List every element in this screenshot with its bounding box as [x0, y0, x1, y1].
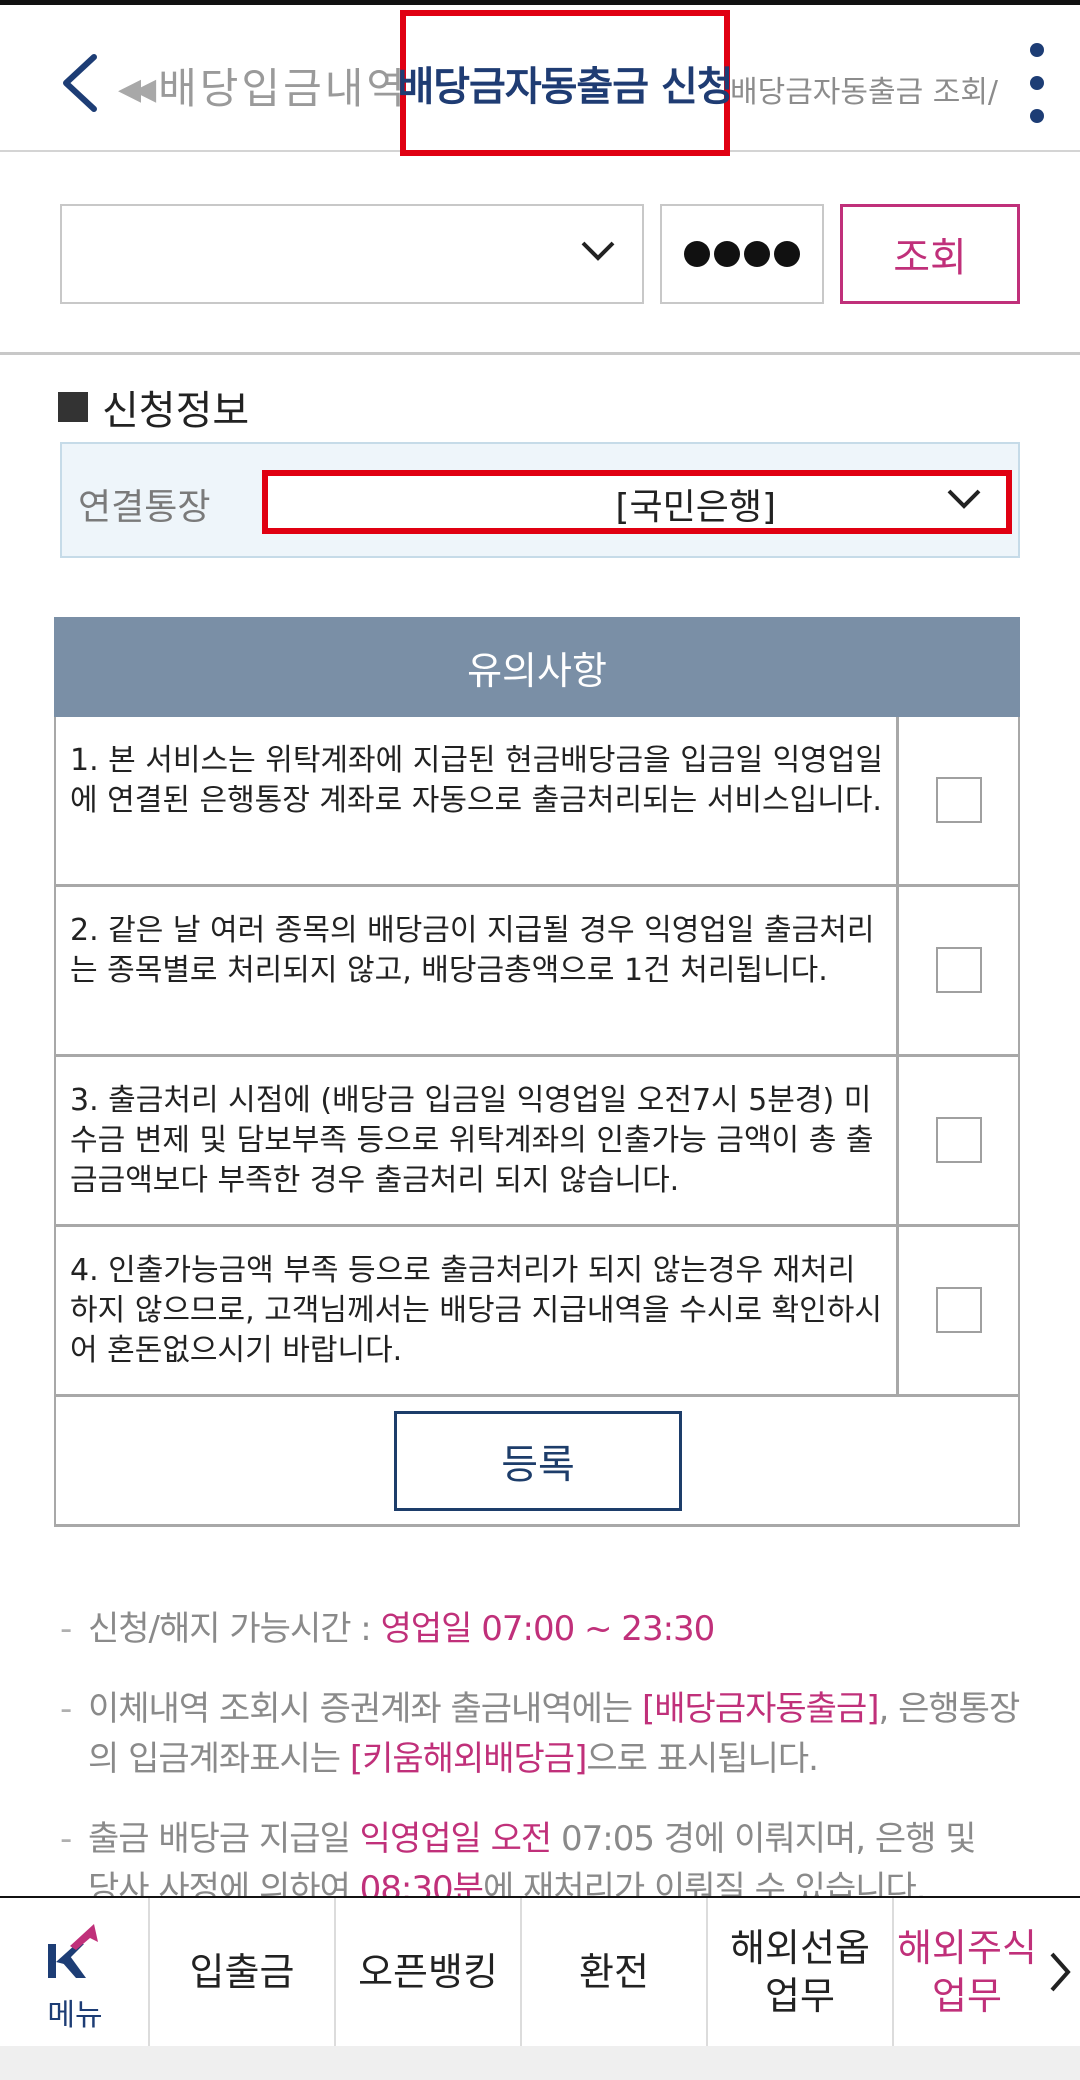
query-button[interactable]: 조회 — [840, 204, 1020, 304]
chevron-down-icon — [581, 241, 615, 261]
linked-account-select[interactable]: [국민은행] — [262, 470, 1012, 534]
password-field[interactable] — [660, 204, 824, 304]
register-button[interactable]: 등록 — [394, 1411, 682, 1511]
divider — [0, 352, 1080, 355]
notice-text: 1. 본 서비스는 위탁계좌에 지급된 현금배당금을 입금일 익영업일에 연결된… — [70, 743, 883, 818]
back-icon[interactable] — [50, 43, 110, 123]
account-select[interactable] — [60, 204, 644, 304]
notice-title: 유의사항 — [54, 617, 1020, 717]
notice-row: 1. 본 서비스는 위탁계좌에 지급된 현금배당금을 입금일 익영업일에 연결된… — [54, 717, 1020, 887]
linked-account-value: [국민은행] — [615, 487, 776, 528]
note-transfer-display: 이체내역 조회시 증권계좌 출금내역에는 [배당금자동출금], 은행통장의 입금… — [60, 1684, 1040, 1784]
chevron-down-icon — [947, 489, 981, 509]
notice-text: 3. 출금처리 시점에 (배당금 입금일 익영업일 오전7시 5분경) 미수금 … — [70, 1083, 874, 1198]
nav-overseas-stocks[interactable]: 해외주식 업무 — [894, 1898, 1040, 2046]
linked-account-label: 연결통장 — [78, 487, 211, 528]
double-left-arrow-icon: ◀◀ — [118, 72, 156, 107]
nav-overseas-futures[interactable]: 해외선옵 업무 — [708, 1898, 894, 2046]
agree-checkbox[interactable] — [936, 947, 982, 993]
bottom-nav: 메뉴 입출금 오픈뱅킹 환전 해외선옵 업무 해외주식 업무 — [0, 1896, 1080, 2046]
notice-text: 2. 같은 날 여러 종목의 배당금이 지급될 경우 익영업일 출금처리는 종목… — [70, 913, 875, 988]
kiwoom-logo-icon — [48, 1924, 98, 1978]
notice-row: 2. 같은 날 여러 종목의 배당금이 지급될 경우 익영업일 출금처리는 종목… — [54, 887, 1020, 1057]
linked-account-row: 연결통장 [국민은행] — [60, 442, 1020, 558]
tab-auto-withdrawal-inquiry[interactable]: 배당금자동출금 조회/해지 — [730, 67, 998, 111]
system-nav-area — [0, 2046, 1080, 2080]
agree-checkbox[interactable] — [936, 777, 982, 823]
nav-exchange[interactable]: 환전 — [522, 1898, 708, 2046]
notice-table: 유의사항 1. 본 서비스는 위탁계좌에 지급된 현금배당금을 입금일 익영업일… — [54, 617, 1020, 1527]
tab-auto-withdrawal-request[interactable]: 배당금자동출금 신청 — [397, 10, 734, 156]
note-hours: 신청/해지 가능시간 : 영업일 07:00 ~ 23:30 — [60, 1604, 1040, 1654]
notes-section: 신청/해지 가능시간 : 영업일 07:00 ~ 23:30 이체내역 조회시 … — [60, 1604, 1040, 1944]
tab-dividend-deposit-history[interactable]: ◀◀ 배당입금내역 — [118, 55, 408, 116]
active-tab-label: 배당금자동출금 신청 — [397, 64, 733, 110]
menu-button[interactable]: 메뉴 — [0, 1898, 150, 2046]
nav-deposit-withdraw[interactable]: 입출금 — [150, 1898, 336, 2046]
notice-footer: 등록 — [54, 1397, 1020, 1527]
more-menu-icon[interactable] — [1022, 43, 1052, 123]
top-tab-bar: ◀◀배당입금내역 배당금자동출금 신청 배당금자동출금 조회/해지 — [0, 0, 1080, 156]
notice-row: 3. 출금처리 시점에 (배당금 입금일 익영업일 오전7시 5분경) 미수금 … — [54, 1057, 1020, 1227]
agree-checkbox[interactable] — [936, 1117, 982, 1163]
square-bullet-icon — [58, 392, 88, 422]
section-title: 신청정보 — [58, 378, 249, 436]
notice-text: 4. 인출가능금액 부족 등으로 출금처리가 되지 않는경우 재처리 하지 않으… — [70, 1253, 882, 1368]
agree-checkbox[interactable] — [936, 1287, 982, 1333]
notice-row: 4. 인출가능금액 부족 등으로 출금처리가 되지 않는경우 재처리 하지 않으… — [54, 1227, 1020, 1397]
chevron-right-icon[interactable] — [1040, 1898, 1080, 2046]
menu-label: 메뉴 — [47, 1998, 103, 2033]
nav-open-banking[interactable]: 오픈뱅킹 — [336, 1898, 522, 2046]
